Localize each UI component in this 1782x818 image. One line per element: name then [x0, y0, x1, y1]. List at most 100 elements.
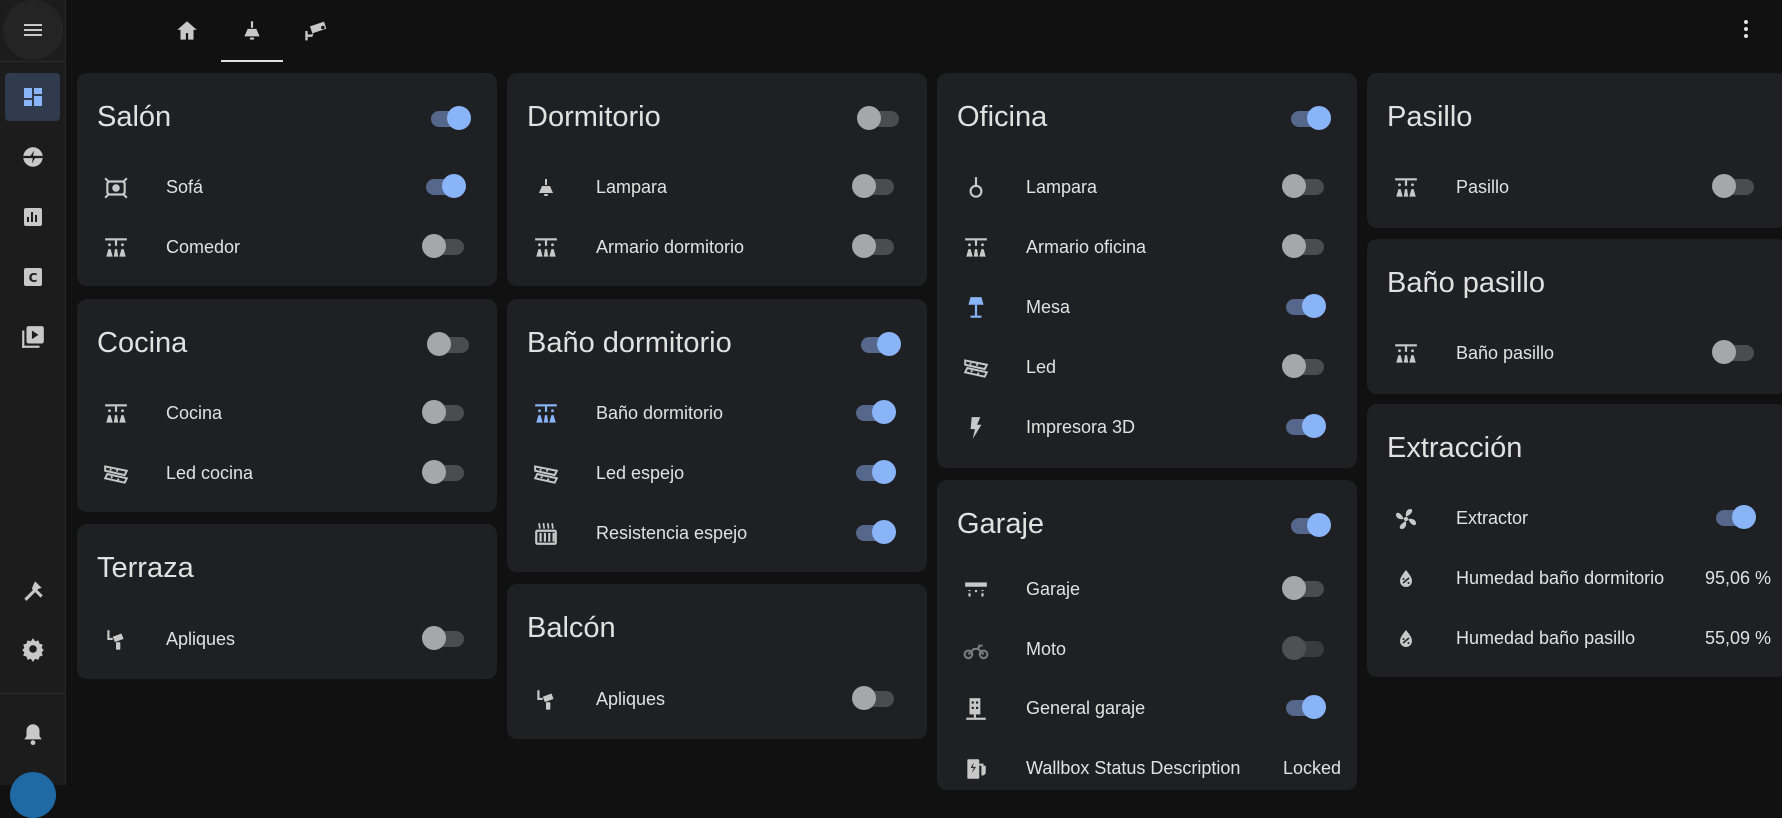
led-strip-icon: [963, 355, 989, 381]
sidebar-item-settings[interactable]: [5, 625, 60, 673]
entity-toggle[interactable]: [1282, 233, 1326, 259]
ceiling-lights-icon: [103, 235, 129, 261]
entity-row-bano-dormitorio[interactable]: Baño dormitorio: [507, 383, 927, 443]
card-title[interactable]: Garaje: [957, 508, 1044, 541]
tab-home[interactable]: [156, 0, 218, 62]
sidebar-item-energy[interactable]: [5, 133, 60, 181]
entity-toggle[interactable]: [1282, 635, 1326, 661]
entity-row-mesa[interactable]: Mesa: [937, 277, 1357, 337]
entity-row-garaje[interactable]: Garaje: [937, 559, 1357, 619]
entity-row-humedad-bano-pasillo[interactable]: Humedad baño pasillo 55,09 %: [1367, 608, 1782, 668]
entity-row-led-espejo[interactable]: Led espejo: [507, 443, 927, 503]
card-header-toggle[interactable]: [1287, 105, 1331, 131]
entity-toggle[interactable]: [852, 173, 896, 199]
sidebar-item-dashboard[interactable]: [5, 73, 60, 121]
card-header-toggle[interactable]: [857, 105, 901, 131]
home-icon: [177, 21, 197, 40]
menu-icon: [24, 24, 42, 36]
entity-toggle[interactable]: [1282, 413, 1326, 439]
entity-toggle[interactable]: [852, 459, 896, 485]
entity-row-extractor[interactable]: Extractor: [1367, 488, 1782, 548]
entity-state: Locked: [1282, 758, 1341, 778]
entity-state: 55,09 %: [1704, 628, 1771, 648]
card-title[interactable]: Baño dormitorio: [527, 327, 732, 360]
toggle-knob: [1282, 354, 1306, 378]
menu-button[interactable]: [3, 0, 63, 60]
entity-toggle[interactable]: [1712, 504, 1756, 530]
entity-toggle[interactable]: [422, 233, 466, 259]
card-header-toggle[interactable]: [857, 331, 901, 357]
sidebar-item-media[interactable]: [5, 313, 60, 361]
card-header-toggle[interactable]: [1287, 512, 1331, 538]
entity-row-sofa[interactable]: Sofá: [77, 157, 497, 217]
card-title[interactable]: Pasillo: [1387, 101, 1472, 134]
sidebar-item-history[interactable]: [5, 193, 60, 241]
radiator-icon: [533, 521, 559, 547]
entity-row-humedad-bano-dormitorio[interactable]: Humedad baño dormitorio 95,06 %: [1367, 548, 1782, 608]
entity-toggle[interactable]: [1282, 694, 1326, 720]
entity-label: Wallbox Status Description: [1026, 758, 1241, 778]
entity-row-armario-dormitorio[interactable]: Armario dormitorio: [507, 217, 927, 277]
card-garaje: Garaje Garaje Moto General garaje Wallbox St…: [937, 480, 1357, 790]
ceiling-lights-icon: [533, 401, 559, 427]
entity-row-general-garaje[interactable]: General garaje: [937, 678, 1357, 738]
entity-toggle[interactable]: [422, 459, 466, 485]
ceiling-lights-icon: [1393, 175, 1419, 201]
entity-row-resistencia-espejo[interactable]: Resistencia espejo: [507, 503, 927, 563]
card-header-toggle[interactable]: [427, 331, 471, 357]
card-title[interactable]: Baño pasillo: [1387, 267, 1545, 300]
card-title[interactable]: Cocina: [97, 327, 187, 360]
toggle-knob: [422, 234, 446, 258]
entity-toggle[interactable]: [1712, 339, 1756, 365]
entity-state: 95,06 %: [1704, 568, 1771, 588]
media-icon: [21, 326, 44, 348]
wall-sconce-icon: [533, 687, 559, 713]
card-terraza: Terraza Apliques: [77, 524, 497, 679]
entity-label: Pasillo: [1456, 177, 1510, 197]
sidebar-item-hacs[interactable]: C: [5, 253, 60, 301]
entity-row-impresora-3d[interactable]: Impresora 3D: [937, 397, 1357, 457]
entity-toggle[interactable]: [852, 399, 896, 425]
entity-row-bano-pasillo[interactable]: Baño pasillo: [1367, 323, 1782, 383]
entity-row-apliques[interactable]: Apliques: [77, 609, 497, 669]
entity-toggle[interactable]: [852, 233, 896, 259]
entity-toggle[interactable]: [1282, 173, 1326, 199]
card-title[interactable]: Terraza: [97, 552, 194, 585]
avatar[interactable]: [10, 772, 56, 818]
toggle-knob: [1307, 106, 1331, 130]
flash-icon: [963, 415, 989, 441]
entity-toggle[interactable]: [1282, 575, 1326, 601]
entity-row-cocina[interactable]: Cocina: [77, 383, 497, 443]
entity-toggle[interactable]: [1282, 353, 1326, 379]
card-title[interactable]: Salón: [97, 101, 171, 134]
card-oficina: Oficina Lampara Armario oficina Mesa Led Impr…: [937, 73, 1357, 468]
entity-toggle[interactable]: [852, 685, 896, 711]
entity-row-lampara[interactable]: Lampara: [507, 157, 927, 217]
entity-toggle[interactable]: [1282, 293, 1326, 319]
entity-row-led[interactable]: Led: [937, 337, 1357, 397]
entity-row-wallbox-status-description[interactable]: Wallbox Status Description Locked: [937, 738, 1357, 798]
entity-row-apliques[interactable]: Apliques: [507, 669, 927, 729]
more-menu-button[interactable]: [1734, 17, 1758, 41]
entity-toggle[interactable]: [1712, 173, 1756, 199]
entity-row-armario-oficina[interactable]: Armario oficina: [937, 217, 1357, 277]
toggle-knob: [1302, 294, 1326, 318]
entity-toggle[interactable]: [422, 625, 466, 651]
sidebar-item-notifications[interactable]: [5, 710, 60, 758]
entity-toggle[interactable]: [422, 173, 466, 199]
entity-row-moto[interactable]: Moto: [937, 619, 1357, 679]
entity-row-comedor[interactable]: Comedor: [77, 217, 497, 277]
entity-row-pasillo[interactable]: Pasillo: [1367, 157, 1782, 217]
entity-row-lampara[interactable]: Lampara: [937, 157, 1357, 217]
entity-row-led-cocina[interactable]: Led cocina: [77, 443, 497, 503]
entity-toggle[interactable]: [422, 399, 466, 425]
card-header-toggle[interactable]: [427, 105, 471, 131]
card-title[interactable]: Extracción: [1387, 432, 1522, 465]
card-title[interactable]: Balcón: [527, 612, 616, 645]
tab-security[interactable]: [286, 0, 348, 62]
tab-lights[interactable]: [221, 0, 283, 62]
entity-toggle[interactable]: [852, 519, 896, 545]
card-title[interactable]: Dormitorio: [527, 101, 661, 134]
sidebar-item-developer-tools[interactable]: [5, 566, 60, 614]
card-title[interactable]: Oficina: [957, 101, 1047, 134]
